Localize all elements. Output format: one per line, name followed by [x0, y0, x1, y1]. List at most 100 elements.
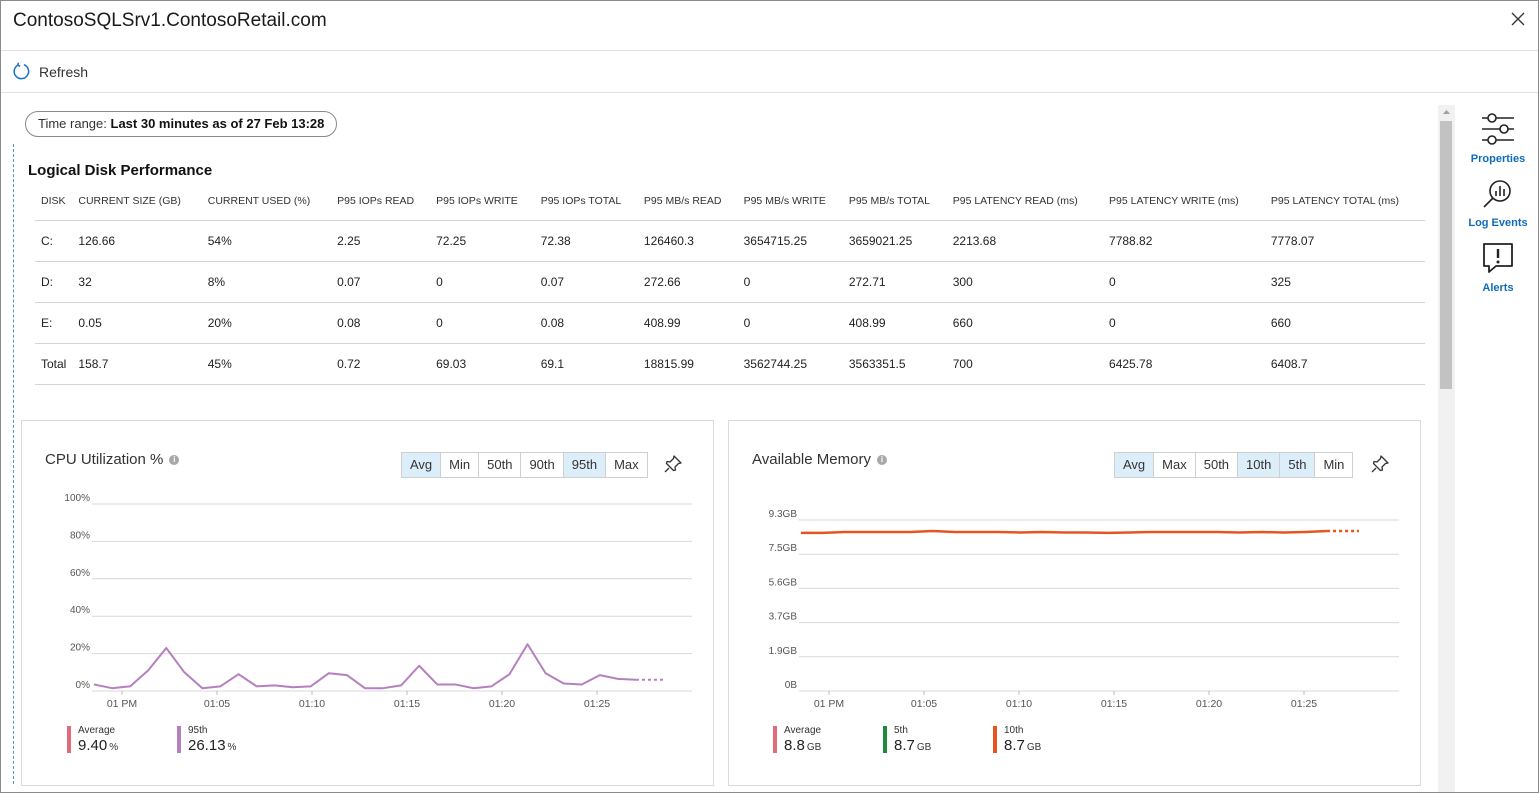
disk-column-header[interactable]: P95 MB/s WRITE: [737, 182, 843, 221]
disk-column-header[interactable]: CURRENT SIZE (GB): [72, 182, 202, 221]
table-cell: 126460.3: [637, 220, 738, 262]
memory-line-chart: 9.3GB 7.5GB 5.6GB 3.7GB 1.9GB 0B 01 PM 01:05 01:…: [769, 509, 1399, 710]
legend-value: 8.8: [784, 737, 805, 754]
aggregation-option[interactable]: 50th: [1194, 453, 1237, 477]
table-cell: 8%: [201, 261, 332, 303]
table-row[interactable]: Total 158.7 45% 0.72 69.03 69.1 18815.99 356274…: [35, 343, 1425, 385]
aggregation-option[interactable]: 90th: [520, 453, 562, 477]
table-cell: 0.08: [331, 302, 431, 344]
disk-section-title: Logical Disk Performance: [28, 162, 213, 179]
table-cell: 72.25: [430, 220, 535, 262]
alert-icon: [1483, 243, 1513, 273]
table-cell: 325: [1264, 261, 1425, 303]
legend-item[interactable]: 10th 8.7 GB: [993, 725, 1041, 755]
disk-column-header[interactable]: DISK: [35, 182, 73, 221]
refresh-button[interactable]: Refresh: [12, 62, 88, 81]
scrollbar-thumb[interactable]: [1440, 121, 1452, 389]
table-row[interactable]: C: 126.66 54% 2.25 72.25 72.38 126460.3 3654715…: [35, 220, 1425, 262]
cpu-line-chart: 100% 80% 60% 40% 20% 0% 01 PM 01:05 01:10 01:15 01…: [64, 493, 692, 710]
legend-swatch: [773, 726, 777, 753]
close-icon[interactable]: [1506, 7, 1530, 31]
legend-value: 26.13: [188, 737, 226, 754]
table-cell: C:: [35, 220, 73, 262]
log-events-button[interactable]: Log Events: [1457, 178, 1538, 229]
table-cell: 300: [946, 261, 1104, 303]
table-cell: 0.08: [534, 302, 638, 344]
pin-icon[interactable]: [1370, 454, 1390, 474]
table-row[interactable]: E: 0.05 20% 0.08 0 0.08 408.99 0 408.99 660 0 660: [35, 302, 1425, 344]
log-events-label: Log Events: [1468, 217, 1528, 229]
info-icon[interactable]: i: [876, 454, 887, 465]
legend-value: 9.40: [78, 737, 108, 754]
legend-name: Average: [784, 725, 822, 736]
x-tick-label: 01:10: [1006, 698, 1032, 710]
disk-column-header[interactable]: P95 LATENCY WRITE (ms): [1103, 182, 1265, 221]
series-line[interactable]: [93, 643, 636, 690]
table-cell: 660: [946, 302, 1104, 344]
aggregation-option[interactable]: Max: [605, 453, 647, 477]
table-cell: 0.72: [331, 343, 431, 385]
legend-swatch: [993, 726, 997, 753]
info-icon[interactable]: i: [169, 454, 180, 465]
table-cell: 3562744.25: [737, 343, 843, 385]
legend-swatch: [883, 726, 887, 753]
table-cell: 6408.7: [1264, 343, 1425, 385]
dialog-window: ContosoSQLSrv1.ContosoRetail.com Refresh…: [0, 0, 1539, 793]
memory-title-text: Available Memory: [752, 451, 871, 468]
disk-column-header[interactable]: P95 LATENCY TOTAL (ms): [1264, 182, 1425, 221]
pin-icon[interactable]: [663, 454, 683, 474]
y-tick-label: 80%: [70, 530, 90, 541]
table-cell: 20%: [201, 302, 332, 344]
table-cell: 700: [946, 343, 1104, 385]
alerts-label: Alerts: [1482, 282, 1514, 294]
title-bar: ContosoSQLSrv1.ContosoRetail.com: [1, 1, 1538, 51]
y-tick-label: 9.3GB: [769, 509, 798, 520]
disk-column-header[interactable]: P95 MB/s TOTAL: [842, 182, 947, 221]
y-tick-label: 1.9GB: [769, 646, 798, 657]
main-content: Time range: Last 30 minutes as of 27 Feb…: [1, 94, 1435, 792]
table-cell: 3563351.5: [842, 343, 947, 385]
table-cell: D:: [35, 261, 73, 303]
aggregation-option[interactable]: Min: [1314, 453, 1352, 477]
aggregation-option[interactable]: 95th: [562, 453, 606, 477]
log-search-icon: [1483, 180, 1511, 208]
y-tick-label: 7.5GB: [769, 543, 798, 554]
disk-column-header[interactable]: P95 IOPs WRITE: [430, 182, 535, 221]
legend-swatch: [67, 726, 71, 753]
disk-table: DISK CURRENT SIZE (GB) CURRENT USED (%) P95…: [35, 182, 1425, 385]
scroll-up-arrow-icon[interactable]: [1438, 105, 1455, 119]
legend-item[interactable]: 5th 8.7 GB: [883, 725, 931, 755]
table-cell: 0: [1103, 261, 1265, 303]
legend-item[interactable]: Average 8.8 GB: [773, 725, 821, 755]
table-cell: 69.03: [430, 343, 535, 385]
properties-label: Properties: [1470, 153, 1526, 165]
legend-unit: %: [109, 742, 119, 753]
aggregation-option[interactable]: Avg: [402, 453, 441, 477]
disk-column-header[interactable]: P95 IOPs TOTAL: [534, 182, 638, 221]
aggregation-option[interactable]: Avg: [1115, 453, 1154, 477]
table-cell: 272.66: [637, 261, 738, 303]
legend-unit: GB: [1026, 742, 1042, 753]
disk-column-header[interactable]: P95 IOPs READ: [331, 182, 431, 221]
aggregation-option[interactable]: 50th: [478, 453, 520, 477]
aggregation-option[interactable]: 10th: [1237, 453, 1280, 477]
disk-column-header[interactable]: P95 LATENCY READ (ms): [946, 182, 1104, 221]
legend-item[interactable]: Average 9.40%: [67, 725, 118, 755]
properties-button[interactable]: Properties: [1457, 112, 1538, 165]
table-cell: 3654715.25: [737, 220, 843, 262]
aggregation-option[interactable]: 5th: [1279, 453, 1315, 477]
time-range-pill[interactable]: Time range: Last 30 minutes as of 27 Feb…: [25, 111, 338, 137]
table-cell: 72.38: [534, 220, 638, 262]
table-cell: 158.7: [72, 343, 202, 385]
disk-column-header[interactable]: CURRENT USED (%): [201, 182, 332, 221]
table-cell: 0.05: [72, 302, 202, 344]
aggregation-option[interactable]: Max: [1153, 453, 1195, 477]
x-tick-label: 01:25: [584, 698, 610, 710]
aggregation-option[interactable]: Min: [440, 453, 478, 477]
legend-item[interactable]: 95th 26.13%: [177, 725, 236, 755]
alerts-button[interactable]: Alerts: [1457, 241, 1538, 294]
series-line[interactable]: [801, 529, 1328, 535]
disk-column-header[interactable]: P95 MB/s READ: [637, 182, 738, 221]
table-row[interactable]: D: 32 8% 0.07 0 0.07 272.66 0 272.71 300 0 325: [35, 261, 1425, 303]
table-cell: 0: [737, 261, 843, 303]
